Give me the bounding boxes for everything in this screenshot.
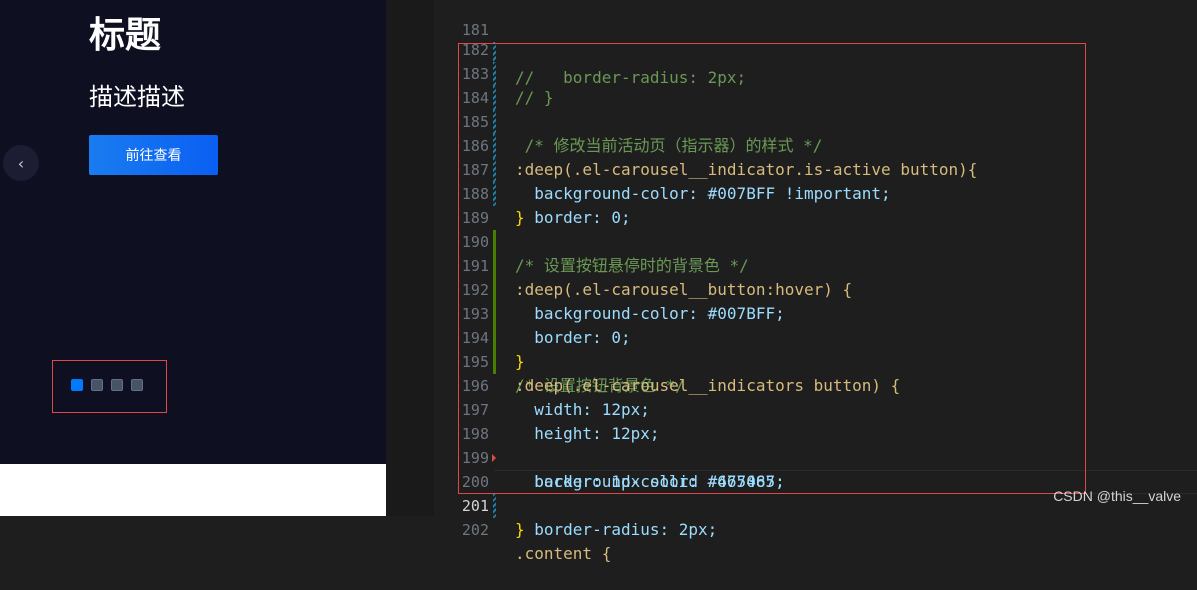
carousel-indicator-4[interactable] [131, 379, 143, 391]
line-text: .content { [515, 544, 612, 563]
carousel-indicator-3[interactable] [111, 379, 123, 391]
annotation-highlight-box [458, 43, 1086, 494]
carousel-indicators [71, 379, 143, 391]
line-text: } [515, 520, 525, 539]
carousel-preview: 标题 描述描述 前往查看 ‹ [0, 0, 386, 516]
chevron-left-icon[interactable]: ‹ [3, 145, 39, 181]
carousel-indicator-1[interactable] [71, 379, 83, 391]
carousel-indicator-2[interactable] [91, 379, 103, 391]
slide-title: 标题 [89, 15, 162, 56]
line-number: 202 [461, 521, 489, 539]
line-text: border-radius: 2px; [515, 520, 718, 539]
slide-description: 描述描述 [89, 83, 185, 111]
watermark: CSDN @this__valve [1053, 488, 1181, 504]
code-line: 182 // } [386, 14, 1197, 107]
carousel-slide: 标题 描述描述 前往查看 ‹ [0, 0, 386, 464]
view-button[interactable]: 前往查看 [89, 135, 218, 175]
